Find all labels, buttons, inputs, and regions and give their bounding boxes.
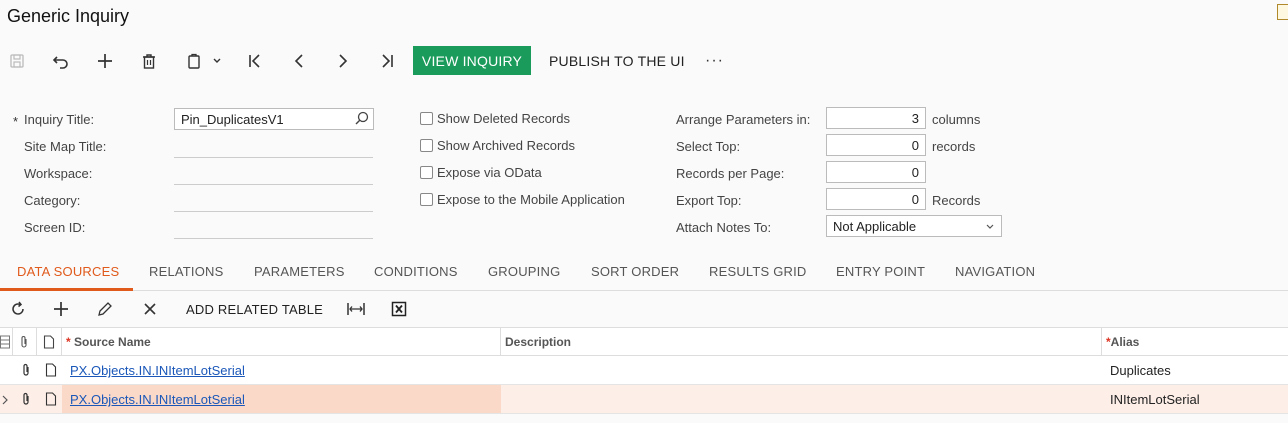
workspace-label: Workspace: [24, 166, 93, 181]
records-unit-label: records [932, 139, 976, 154]
tab-sort-order[interactable]: SORT ORDER [591, 264, 679, 279]
category-label: Category: [24, 193, 81, 208]
grid-header: * Source Name Description *Alias [0, 327, 1288, 356]
edit-icon[interactable] [97, 296, 113, 322]
view-inquiry-button[interactable]: VIEW INQUIRY [413, 46, 531, 75]
export-top-input[interactable]: 0 [826, 188, 926, 210]
workspace-field[interactable] [174, 184, 373, 185]
search-icon[interactable] [355, 111, 369, 128]
refresh-icon[interactable] [10, 296, 26, 322]
document-icon[interactable] [1277, 4, 1288, 20]
records-per-page-label: Records per Page: [676, 166, 785, 181]
tab-navigation[interactable]: NAVIGATION [955, 264, 1035, 279]
undo-icon[interactable] [51, 48, 71, 74]
select-top-label: Select Top: [676, 139, 741, 154]
source-name-header[interactable]: * Source Name [66, 335, 151, 349]
tab-grouping[interactable]: GROUPING [488, 264, 560, 279]
tab-parameters[interactable]: PARAMETERS [254, 264, 345, 279]
add-icon[interactable] [95, 48, 115, 74]
grid-settings-icon[interactable] [0, 335, 10, 354]
previous-record-icon[interactable] [289, 48, 309, 74]
records-per-page-input[interactable]: 0 [826, 161, 926, 183]
screen-id-label: Screen ID: [24, 220, 86, 235]
inquiry-title-value: Pin_DuplicatesV1 [181, 112, 284, 127]
category-field[interactable] [174, 211, 373, 212]
columns-unit-label: columns [932, 112, 981, 127]
add-related-table-button[interactable]: ADD RELATED TABLE [186, 296, 323, 322]
inquiry-title-field[interactable]: Pin_DuplicatesV1 [174, 108, 374, 130]
tab-relations[interactable]: RELATIONS [149, 264, 224, 279]
fit-columns-icon[interactable] [346, 296, 366, 322]
source-name-link[interactable]: PX.Objects.IN.INItemLotSerial [70, 392, 245, 407]
next-record-icon[interactable] [333, 48, 353, 74]
table-row-selected[interactable]: PX.Objects.IN.INItemLotSerial INItemLotS… [0, 385, 1288, 414]
attachment-icon[interactable] [21, 392, 31, 411]
show-deleted-records-checkbox[interactable] [420, 112, 433, 125]
attachment-header-icon [19, 335, 29, 354]
attach-notes-label: Attach Notes To: [676, 220, 772, 235]
tab-data-sources[interactable]: DATA SOURCES [17, 264, 119, 279]
attach-notes-value: Not Applicable [833, 219, 917, 234]
note-icon[interactable] [45, 363, 57, 382]
site-map-title-field[interactable] [174, 157, 373, 158]
row-selector-chevron-icon[interactable] [1, 393, 9, 411]
required-marker: * [13, 114, 19, 129]
expose-mobile-checkbox[interactable] [420, 193, 433, 206]
alias-cell[interactable]: INItemLotSerial [1110, 392, 1200, 407]
active-tab-indicator [0, 288, 133, 291]
first-record-icon[interactable] [245, 48, 265, 74]
copy-paste-menu-icon[interactable] [184, 48, 224, 74]
inquiry-title-label: Inquiry Title: [24, 112, 95, 127]
table-row[interactable]: PX.Objects.IN.INItemLotSerial Duplicates [0, 356, 1288, 385]
show-archived-records-checkbox[interactable] [420, 139, 433, 152]
tab-entry-point[interactable]: ENTRY POINT [836, 264, 925, 279]
page-title: Generic Inquiry [7, 6, 130, 26]
note-header-icon [43, 335, 55, 354]
chevron-down-icon [985, 220, 995, 235]
alias-header[interactable]: *Alias [1106, 335, 1139, 349]
attachment-icon[interactable] [21, 363, 31, 382]
expose-mobile-label: Expose to the Mobile Application [437, 192, 625, 207]
delete-row-icon[interactable] [142, 296, 158, 322]
tab-conditions[interactable]: CONDITIONS [374, 264, 458, 279]
alias-cell[interactable]: Duplicates [1110, 363, 1171, 378]
site-map-title-label: Site Map Title: [24, 139, 107, 154]
more-actions-button[interactable]: ··· [705, 46, 724, 75]
description-header[interactable]: Description [505, 335, 571, 349]
show-deleted-records-label: Show Deleted Records [437, 111, 570, 126]
arrange-parameters-input[interactable]: 3 [826, 107, 926, 129]
add-row-icon[interactable] [53, 296, 69, 322]
show-archived-records-label: Show Archived Records [437, 138, 576, 153]
arrange-parameters-label: Arrange Parameters in: [676, 112, 811, 127]
source-name-link[interactable]: PX.Objects.IN.INItemLotSerial [70, 363, 245, 378]
delete-icon[interactable] [139, 48, 159, 74]
tab-results-grid[interactable]: RESULTS GRID [709, 264, 807, 279]
expose-via-odata-checkbox[interactable] [420, 166, 433, 179]
select-top-input[interactable]: 0 [826, 134, 926, 156]
export-top-label: Export Top: [676, 193, 742, 208]
tab-divider [0, 290, 1288, 291]
attach-notes-select[interactable]: Not Applicable [826, 215, 1002, 237]
last-record-icon[interactable] [377, 48, 397, 74]
note-icon[interactable] [45, 392, 57, 411]
export-records-unit-label: Records [932, 193, 981, 208]
save-icon[interactable] [8, 48, 26, 74]
publish-to-ui-button[interactable]: PUBLISH TO THE UI [549, 46, 685, 75]
expose-via-odata-label: Expose via OData [437, 165, 542, 180]
screen-id-field[interactable] [174, 238, 373, 239]
export-excel-icon[interactable] [391, 296, 407, 322]
